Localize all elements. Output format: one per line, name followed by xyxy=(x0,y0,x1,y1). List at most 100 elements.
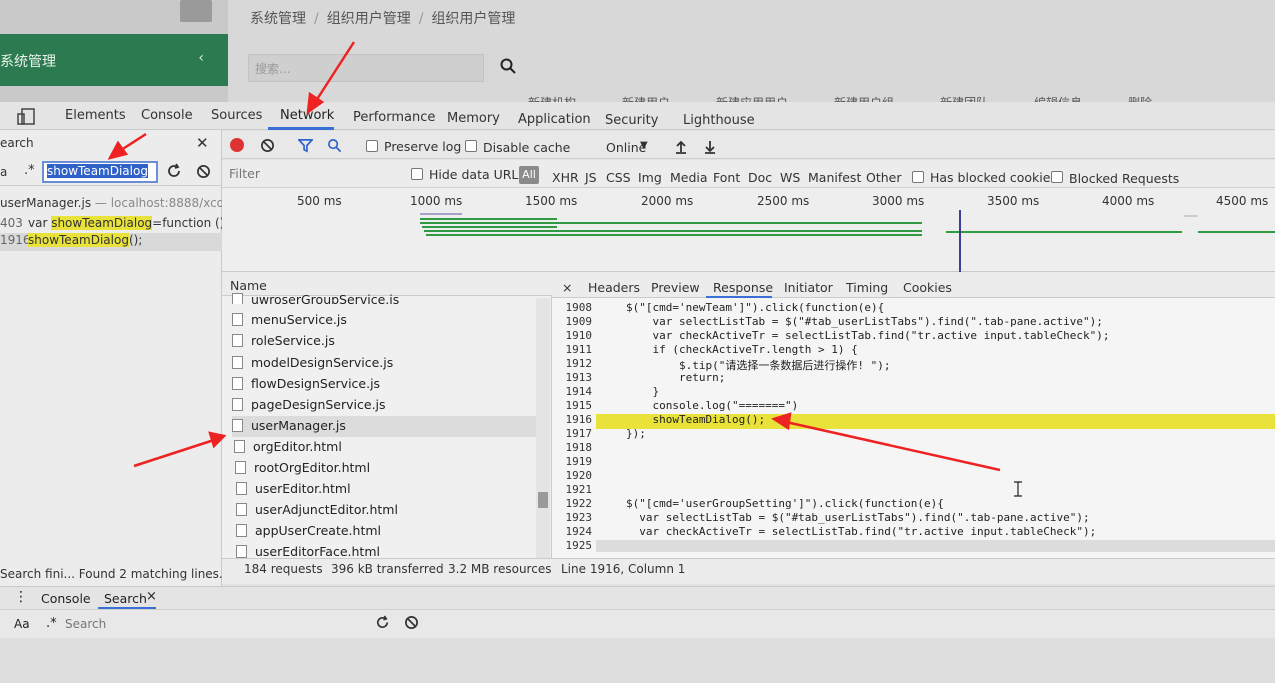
drawer-tab-search[interactable]: Search xyxy=(104,591,147,606)
result-text: =function (){ xyxy=(152,216,233,230)
search-icon[interactable] xyxy=(500,58,516,74)
chevron-left-icon[interactable]: ‹ xyxy=(198,50,204,66)
filter-xhr[interactable]: XHR xyxy=(552,170,579,185)
filter-other[interactable]: Other xyxy=(866,170,902,185)
request-row[interactable]: modelDesignService.js xyxy=(232,355,536,376)
result-line-number: 403 xyxy=(0,216,23,230)
name-column-header[interactable]: Name xyxy=(230,278,267,293)
request-row[interactable]: flowDesignService.js xyxy=(232,376,536,397)
regex-toggle[interactable]: .* xyxy=(46,616,57,631)
has-blocked-cookies-checkbox[interactable] xyxy=(912,171,924,183)
code-line-number: 1917 xyxy=(565,427,593,440)
clear-icon[interactable] xyxy=(404,615,419,630)
request-row[interactable]: rootOrgEditor.html xyxy=(235,460,539,481)
drawer-menu-icon[interactable]: ⋮ xyxy=(14,589,28,605)
code-line: var selectListTab = $("#tab_userListTabs… xyxy=(626,315,1103,328)
tab-headers[interactable]: Headers xyxy=(588,280,640,295)
record-icon[interactable] xyxy=(230,138,244,152)
refresh-icon[interactable] xyxy=(166,163,182,179)
tab-performance[interactable]: Performance xyxy=(353,110,435,125)
filter-ws[interactable]: WS xyxy=(780,170,800,185)
filter-font[interactable]: Font xyxy=(713,170,740,185)
match-case-toggle[interactable]: a xyxy=(0,165,7,179)
request-row[interactable]: pageDesignService.js xyxy=(232,397,536,418)
filter-input[interactable]: Filter xyxy=(229,166,260,181)
request-row[interactable]: uwroserGroupService.js xyxy=(232,292,536,304)
file-icon xyxy=(232,334,243,347)
request-name: orgEditor.html xyxy=(253,439,342,454)
drawer-tab-console[interactable]: Console xyxy=(41,591,91,606)
drawer-search-input[interactable]: Search xyxy=(65,617,106,631)
request-row[interactable]: userEditorFace.html xyxy=(236,544,540,558)
request-row[interactable]: orgEditor.html xyxy=(234,439,538,460)
tab-sources[interactable]: Sources xyxy=(211,108,262,123)
request-name: menuService.js xyxy=(251,312,347,327)
scrollbar-thumb[interactable] xyxy=(538,492,548,508)
dropdown-arrow-icon[interactable]: ▼ xyxy=(640,140,648,151)
export-har-icon[interactable] xyxy=(703,140,717,154)
search-query-input[interactable]: showTeamDialog xyxy=(42,161,158,183)
disable-cache-checkbox[interactable] xyxy=(465,140,477,152)
clear-icon[interactable] xyxy=(196,164,211,179)
tab-console[interactable]: Console xyxy=(141,108,193,123)
request-row[interactable]: menuService.js xyxy=(232,312,536,333)
filter-manifest[interactable]: Manifest xyxy=(808,170,861,185)
menu-toggle-icon[interactable] xyxy=(180,0,212,22)
network-toolbar xyxy=(222,131,1275,159)
sidebar-header[interactable]: 系统管理 ‹ xyxy=(0,34,228,86)
tab-elements[interactable]: Elements xyxy=(65,108,126,123)
match-case-toggle[interactable]: Aa xyxy=(14,617,30,631)
filter-css[interactable]: CSS xyxy=(606,170,631,185)
file-icon xyxy=(232,377,243,390)
preserve-log-checkbox[interactable] xyxy=(366,140,378,152)
close-icon[interactable]: ✕ xyxy=(196,134,209,152)
tab-preview[interactable]: Preview xyxy=(651,280,700,295)
tab-memory[interactable]: Memory xyxy=(447,111,500,126)
request-row[interactable]: roleService.js xyxy=(232,333,536,354)
tab-initiator[interactable]: Initiator xyxy=(784,280,833,295)
breadcrumb: 系统管理 / 组织用户管理 / 组织用户管理 xyxy=(250,11,516,27)
search-result-file[interactable]: userManager.js — localhost:8888/xco... xyxy=(0,196,235,210)
refresh-icon[interactable] xyxy=(375,615,390,630)
inspect-device-icon[interactable] xyxy=(2,106,38,126)
search-result-line[interactable]: 403 var showTeamDialog=function (){ xyxy=(0,216,232,234)
filter-icon[interactable] xyxy=(298,138,313,153)
preserve-log-label: Preserve log xyxy=(384,139,462,154)
tab-cookies[interactable]: Cookies xyxy=(903,280,952,295)
filter-js[interactable]: JS xyxy=(585,170,597,185)
close-icon[interactable]: × xyxy=(146,589,157,604)
request-row[interactable]: userEditor.html xyxy=(236,481,540,502)
request-name: uwroserGroupService.js xyxy=(251,292,400,304)
request-row-selected[interactable]: userManager.js xyxy=(232,416,536,437)
horizontal-scrollbar[interactable] xyxy=(596,540,1275,552)
tab-timing[interactable]: Timing xyxy=(846,280,888,295)
filter-all-button[interactable]: All xyxy=(519,166,539,184)
request-list-scrollbar[interactable] xyxy=(536,298,550,558)
filter-doc[interactable]: Doc xyxy=(748,170,772,185)
search-icon[interactable] xyxy=(327,138,342,153)
request-name: roleService.js xyxy=(251,333,335,348)
blocked-requests-checkbox[interactable] xyxy=(1051,171,1063,183)
close-icon[interactable]: × xyxy=(562,280,572,295)
tab-application[interactable]: Application xyxy=(518,112,591,127)
tab-security[interactable]: Security xyxy=(605,113,658,128)
transferred-size: 396 kB transferred xyxy=(331,562,444,576)
breadcrumb-item[interactable]: 系统管理 xyxy=(250,11,306,27)
search-result-line[interactable]: 1916showTeamDialog(); xyxy=(0,233,222,251)
tab-network[interactable]: Network xyxy=(280,108,334,123)
filter-media[interactable]: Media xyxy=(670,170,708,185)
app-search-input[interactable]: 搜索... xyxy=(248,54,484,82)
tab-response[interactable]: Response xyxy=(713,280,773,295)
breadcrumb-item[interactable]: 组织用户管理 xyxy=(327,11,411,27)
regex-toggle[interactable]: .* xyxy=(24,163,35,178)
filter-img[interactable]: Img xyxy=(638,170,662,185)
import-har-icon[interactable] xyxy=(674,140,688,154)
tab-lighthouse[interactable]: Lighthouse xyxy=(683,113,755,128)
clear-log-icon[interactable] xyxy=(260,138,275,153)
disable-cache-label: Disable cache xyxy=(483,140,571,155)
search-panel-title: earch xyxy=(0,136,34,150)
request-row[interactable]: appUserCreate.html xyxy=(236,523,540,544)
blocked-requests-label: Blocked Requests xyxy=(1069,171,1180,186)
request-row[interactable]: userAdjunctEditor.html xyxy=(236,502,540,523)
hide-data-urls-checkbox[interactable] xyxy=(411,168,423,180)
